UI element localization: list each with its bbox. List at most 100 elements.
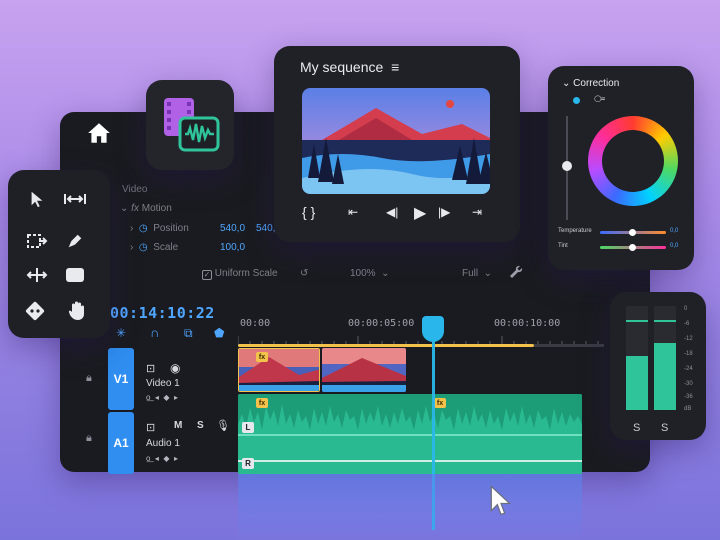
rectangle-tool-icon[interactable] [62,262,88,288]
work-area-remainder [534,344,604,347]
fx-badge[interactable]: fx [256,352,268,362]
meter-scale-tick: -12 [684,336,693,342]
hand-tool-icon[interactable] [64,298,90,324]
track-name-video[interactable]: Video 1 [146,378,180,389]
razor-tool-icon[interactable] [24,228,50,254]
uniform-scale-checkbox[interactable]: ✓ Uniform Scale [202,268,278,280]
track-output-toggle[interactable]: ⊡ [146,362,155,375]
sequence-title[interactable]: My sequence ≡ [300,59,399,75]
position-row[interactable]: › ◷ Position [130,223,189,234]
video-clip[interactable] [238,348,320,392]
step-forward-icon[interactable]: |▶︎ [438,205,450,219]
reset-icon[interactable]: ↺ [300,268,308,279]
tint-value[interactable]: 0,0 [670,243,678,249]
audio-clip-reflection [238,474,582,540]
temperature-label: Temperature [558,228,592,234]
meter-scale-tick: -30 [684,381,693,387]
menu-icon[interactable]: ≡ [391,59,399,75]
track-target-a1[interactable]: A1 [108,412,134,474]
wrench-icon[interactable] [508,264,524,280]
playhead-handle[interactable] [422,316,444,342]
eye-icon[interactable]: ◉ [170,361,180,375]
tint-slider-handle[interactable] [629,244,636,251]
solo-left-button[interactable]: S [633,422,640,434]
slip-tool-icon[interactable] [24,262,50,288]
zoom-value: 100% [350,268,376,279]
go-to-out-icon[interactable]: ⇥ [472,205,482,219]
meter-scale: 0 -6 -12 -18 -24 -30 -36 dB [684,306,702,416]
luma-slider-handle[interactable] [562,161,572,171]
play-icon[interactable]: ▶ [414,203,426,223]
marker-icon[interactable]: ⬟ [214,326,224,340]
temperature-value[interactable]: 0,0 [670,228,678,234]
go-to-in-icon[interactable]: ⇤ [348,205,358,219]
track-output-toggle[interactable]: ⊡ [146,421,155,434]
snap-magnet-icon[interactable]: ∩ [150,325,159,340]
video-clip[interactable] [322,348,406,392]
mask-icon[interactable]: ⧃ [594,94,605,105]
meter-scale-tick: -24 [684,366,693,372]
sequence-title-text: My sequence [300,59,384,75]
tint-label: Tint [558,243,568,249]
resolution-value: Full [462,268,479,279]
lock-icon[interactable]: 🔒︎ [86,372,92,385]
color-dot-icon[interactable] [573,97,580,104]
zoom-dropdown[interactable]: 100% ⌄ [350,268,390,279]
ruler-label: 00:00:05:00 [348,318,415,329]
keyframe-nav[interactable]: o͟ ◂ ◆ ▸ [146,393,178,402]
track-target-v1[interactable]: V1 [108,348,134,410]
scale-label: Scale [153,242,179,253]
timeline-toolbar: ✳ ∩ ⧉ ⬟ [116,325,226,341]
ruler-label: 00:00 [240,318,271,329]
fx-badge[interactable]: fx [434,398,446,408]
lock-icon[interactable]: 🔒︎ [86,432,92,445]
left-channel-label: L [242,422,254,433]
media-clip-icon[interactable] [160,96,222,154]
work-area-bar[interactable] [238,344,534,347]
home-icon[interactable] [86,120,112,146]
track-select-tool-icon[interactable] [62,186,88,212]
rate-stretch-tool-icon[interactable] [22,298,48,324]
mute-button[interactable]: M [174,420,182,431]
track-name-audio[interactable]: Audio 1 [146,438,180,449]
motion-expander[interactable]: ⌄ fx Motion [120,203,172,214]
clip-thumbnail [239,349,319,391]
motion-label: Motion [141,203,172,214]
fx-badge[interactable]: fx [256,398,268,408]
correction-title: Correction [573,78,620,89]
timecode-display[interactable]: 00:14:10:22 [110,304,215,322]
meter-scale-tick: -36 [684,394,693,400]
meter-scale-tick: 0 [684,306,688,312]
position-x-value[interactable]: 540,0 [220,223,245,234]
solo-right-button[interactable]: S [661,422,668,434]
stopwatch-icon[interactable]: ◷ [139,223,148,234]
transport-controls: { } ⇤ ◀︎| ▶ |▶︎ ⇥ [302,204,494,224]
stopwatch-icon[interactable]: ◷ [139,242,148,253]
pen-tool-icon[interactable] [62,228,88,254]
correction-header[interactable]: ⌄ Correction [562,78,619,89]
ruler-label: 00:00:10:00 [494,318,561,329]
linked-selection-icon[interactable]: ⧉ [184,326,193,341]
resolution-dropdown[interactable]: Full ⌄ [462,268,492,279]
ripple-icon[interactable]: ✳ [116,326,126,340]
effects-section-label: Video [122,184,148,195]
solo-button[interactable]: S [197,420,204,431]
position-label: Position [153,223,189,234]
audio-waveform [238,394,582,474]
microphone-icon[interactable]: 🎙︎ [216,419,230,432]
meter-scale-tick: -6 [684,321,690,327]
temperature-slider-handle[interactable] [629,229,636,236]
audio-clip[interactable] [238,394,582,474]
selection-tool-icon[interactable] [24,186,50,212]
right-channel-label: R [242,458,254,469]
clip-thumbnail [322,348,406,392]
step-back-icon[interactable]: ◀︎| [386,205,398,219]
mouse-cursor-icon [490,485,512,516]
audio-meter-right [654,306,676,410]
scale-row[interactable]: › ◷ Scale [130,242,178,253]
position-y-value[interactable]: 540, [256,223,275,234]
uniform-scale-label: Uniform Scale [214,268,278,279]
mark-in-out-icon[interactable]: { } [302,204,315,220]
scale-value[interactable]: 100,0 [220,242,245,253]
keyframe-nav[interactable]: o͟ ◂ ◆ ▸ [146,454,178,463]
